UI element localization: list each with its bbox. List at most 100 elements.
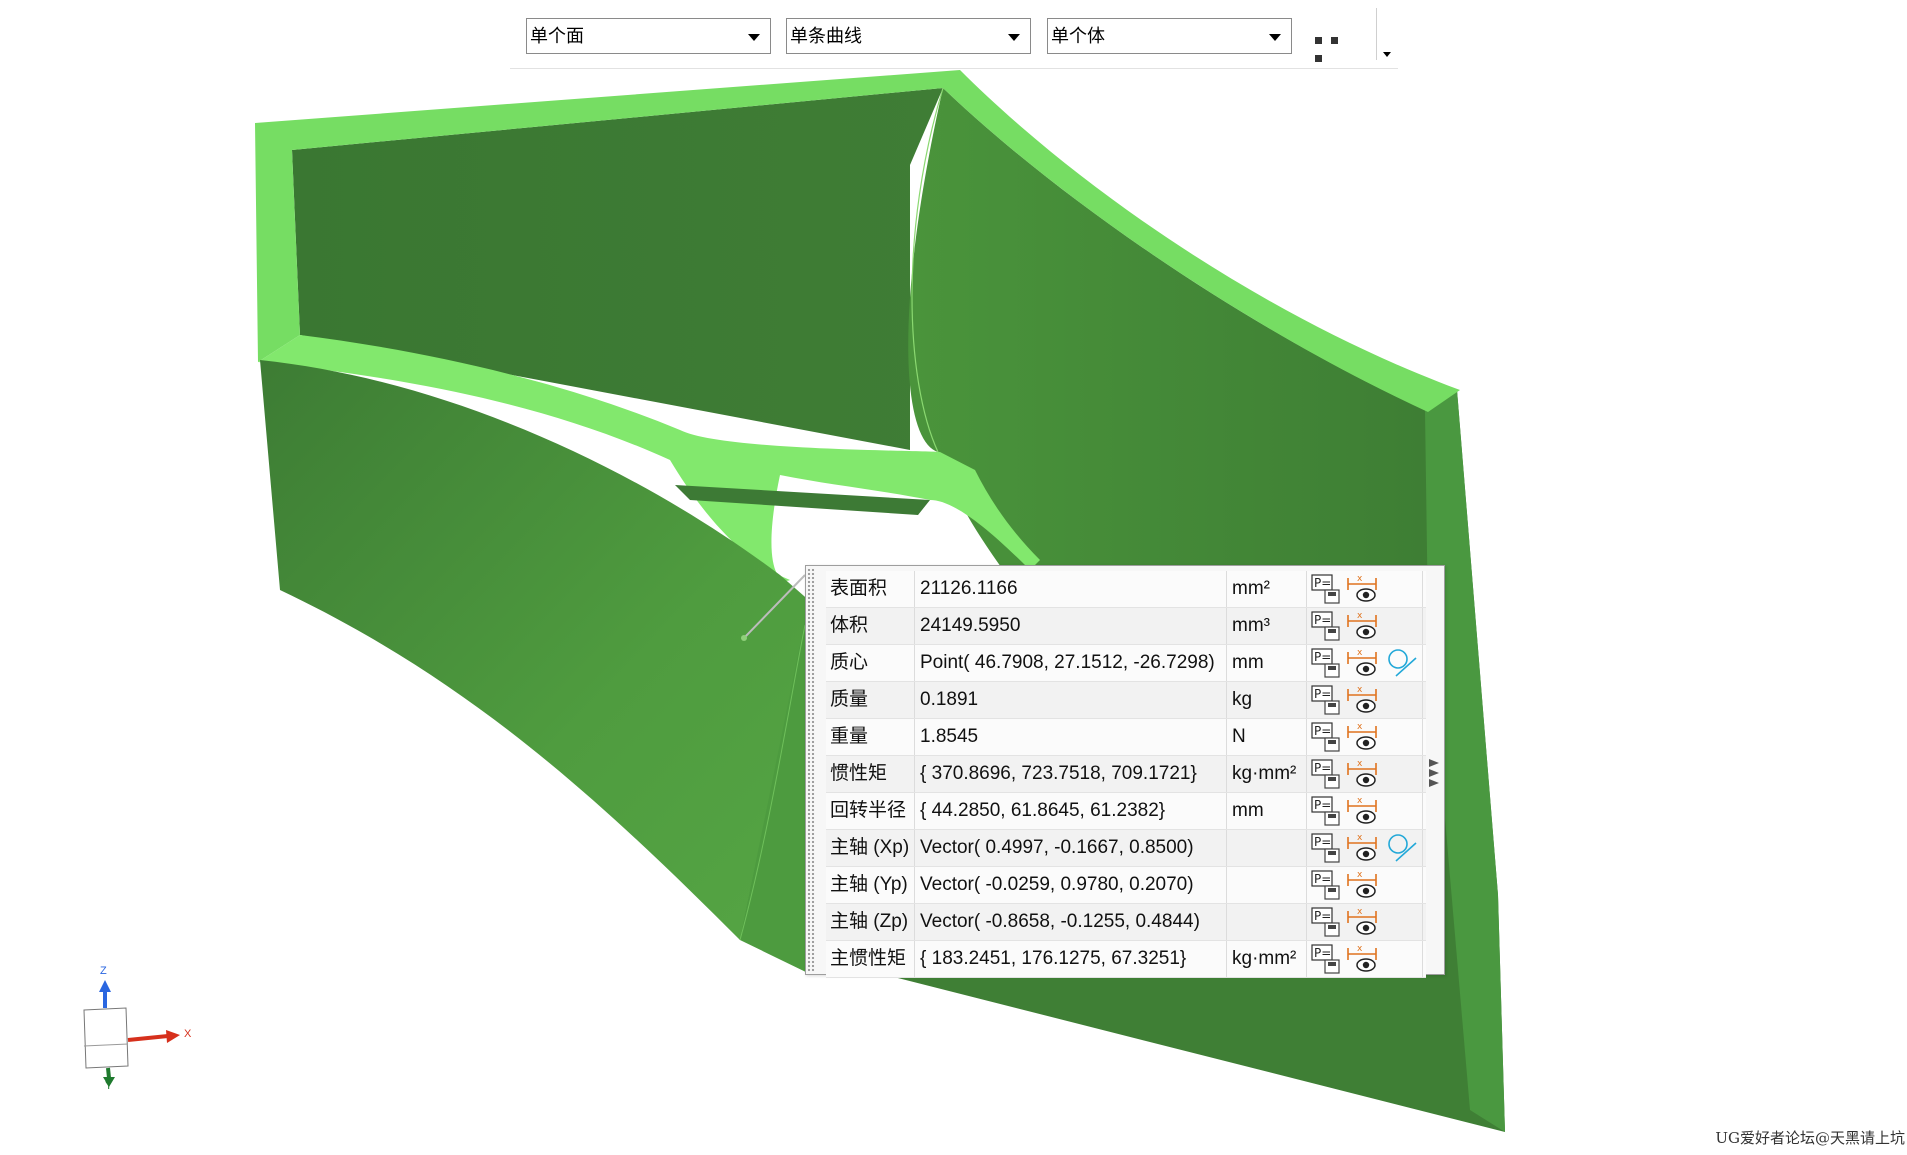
- measure-rows: 表面积 21126.1166 mm² P= x 体积 24149.5950 mm³ P= x 质心 P…: [826, 571, 1426, 978]
- chevron-down-icon: [748, 34, 760, 41]
- body-rule-dropdown[interactable]: 单个体: [1047, 18, 1292, 54]
- save-to-expression-icon[interactable]: P=: [1311, 647, 1343, 679]
- measure-row: 表面积 21126.1166 mm² P= x: [826, 571, 1426, 608]
- save-to-expression-icon[interactable]: P=: [1311, 795, 1343, 827]
- save-to-expression-icon[interactable]: P=: [1311, 721, 1343, 753]
- svg-text:P=: P=: [1314, 650, 1331, 664]
- show-measurement-icon[interactable]: x: [1346, 611, 1380, 641]
- curve-rule-value: 单条曲线: [790, 26, 862, 46]
- svg-text:x: x: [1357, 796, 1363, 806]
- measure-row: 主轴 (Zp) Vector( -0.8658, -0.1255, 0.4844)…: [826, 904, 1426, 941]
- measure-value: Point( 46.7908, 27.1512, -26.7298): [920, 652, 1215, 673]
- measure-unit: mm³: [1232, 615, 1270, 636]
- measure-unit: kg·mm²: [1232, 763, 1297, 784]
- save-to-expression-icon[interactable]: P=: [1311, 943, 1343, 975]
- expand-arrows-icon[interactable]: [1428, 756, 1440, 792]
- measure-value: Vector( 0.4997, -0.1667, 0.8500): [920, 837, 1194, 858]
- svg-text:P=: P=: [1314, 724, 1331, 738]
- measure-value: Vector( -0.8658, -0.1255, 0.4844): [920, 911, 1200, 932]
- triad-x-label: X: [184, 1028, 192, 1040]
- svg-text:P=: P=: [1314, 613, 1331, 627]
- point-vector-icon[interactable]: [1386, 648, 1420, 678]
- show-measurement-icon[interactable]: x: [1346, 907, 1380, 937]
- svg-text:x: x: [1357, 944, 1363, 954]
- show-measurement-icon[interactable]: x: [1346, 870, 1380, 900]
- svg-text:x: x: [1357, 685, 1363, 695]
- svg-text:x: x: [1357, 722, 1363, 732]
- save-to-expression-icon[interactable]: P=: [1311, 610, 1343, 642]
- svg-text:x: x: [1357, 611, 1363, 621]
- svg-text:x: x: [1357, 833, 1363, 843]
- show-measurement-icon[interactable]: x: [1346, 759, 1380, 789]
- measure-value: 1.8545: [920, 726, 979, 747]
- measure-label: 表面积: [830, 578, 888, 599]
- face-rule-value: 单个面: [530, 26, 584, 46]
- measure-row: 体积 24149.5950 mm³ P= x: [826, 608, 1426, 645]
- more-dots-icon[interactable]: [1315, 31, 1359, 62]
- measure-unit: mm²: [1232, 578, 1270, 599]
- measure-value: { 183.2451, 176.1275, 67.3251}: [920, 948, 1187, 969]
- svg-text:P=: P=: [1314, 909, 1331, 923]
- chevron-down-icon: [1269, 34, 1281, 41]
- measure-unit: N: [1232, 726, 1246, 747]
- save-to-expression-icon[interactable]: P=: [1311, 684, 1343, 716]
- face-rule-dropdown[interactable]: 单个面: [526, 18, 771, 54]
- body-rule-value: 单个体: [1051, 26, 1105, 46]
- point-vector-icon[interactable]: [1386, 833, 1420, 863]
- measure-label: 回转半径: [830, 800, 907, 821]
- save-to-expression-icon[interactable]: P=: [1311, 832, 1343, 864]
- measure-label: 惯性矩: [830, 763, 888, 784]
- measure-label: 主轴 (Xp): [830, 837, 910, 858]
- show-measurement-icon[interactable]: x: [1346, 796, 1380, 826]
- show-measurement-icon[interactable]: x: [1346, 944, 1380, 974]
- measure-row: 惯性矩 { 370.8696, 723.7518, 709.1721} kg·mm²…: [826, 756, 1426, 793]
- measure-info-panel[interactable]: 表面积 21126.1166 mm² P= x 体积 24149.5950 mm³ P= x 质心 P…: [805, 565, 1445, 978]
- show-measurement-icon[interactable]: x: [1346, 833, 1380, 863]
- watermark: UG爱好者论坛@天黑请上坑: [1715, 1129, 1905, 1147]
- measure-value: 24149.5950: [920, 615, 1021, 636]
- toolbar-separator: [1376, 8, 1377, 60]
- svg-text:x: x: [1357, 907, 1363, 917]
- chevron-down-icon: [1008, 34, 1020, 41]
- view-triad: [83, 980, 180, 1087]
- panel-drag-handle[interactable]: [807, 568, 815, 972]
- save-to-expression-icon[interactable]: P=: [1311, 573, 1343, 605]
- show-measurement-icon[interactable]: x: [1346, 685, 1380, 715]
- measure-row: 主轴 (Yp) Vector( -0.0259, 0.9780, 0.2070) P…: [826, 867, 1426, 904]
- measure-value: { 370.8696, 723.7518, 709.1721}: [920, 763, 1197, 784]
- measure-row: 主轴 (Xp) Vector( 0.4997, -0.1667, 0.8500) P…: [826, 830, 1426, 867]
- measure-value: Vector( -0.0259, 0.9780, 0.2070): [920, 874, 1194, 895]
- curve-rule-dropdown[interactable]: 单条曲线: [786, 18, 1031, 54]
- show-measurement-icon[interactable]: x: [1346, 722, 1380, 752]
- svg-text:P=: P=: [1314, 946, 1331, 960]
- measure-label: 质量: [830, 689, 869, 710]
- show-measurement-icon[interactable]: x: [1346, 574, 1380, 604]
- measure-unit: kg·mm²: [1232, 948, 1297, 969]
- selection-bar: 单个面 单条曲线 单个体: [510, 8, 1398, 69]
- measure-row: 回转半径 { 44.2850, 61.8645, 61.2382} mm P= x: [826, 793, 1426, 830]
- measure-label: 质心: [830, 652, 869, 673]
- svg-text:P=: P=: [1314, 835, 1331, 849]
- save-to-expression-icon[interactable]: P=: [1311, 906, 1343, 938]
- save-to-expression-icon[interactable]: P=: [1311, 758, 1343, 790]
- show-measurement-icon[interactable]: x: [1346, 648, 1380, 678]
- svg-text:P=: P=: [1314, 872, 1331, 886]
- save-to-expression-icon[interactable]: P=: [1311, 869, 1343, 901]
- svg-text:P=: P=: [1314, 798, 1331, 812]
- measure-label: 主轴 (Zp): [830, 911, 909, 932]
- measure-unit: mm: [1232, 800, 1264, 821]
- measure-row: 质量 0.1891 kg P= x: [826, 682, 1426, 719]
- toolbar-overflow-icon[interactable]: [1383, 52, 1391, 57]
- svg-text:P=: P=: [1314, 576, 1331, 590]
- measure-row: 主惯性矩 { 183.2451, 176.1275, 67.3251} kg·mm²…: [826, 941, 1426, 978]
- measure-label: 重量: [830, 726, 869, 747]
- triad-y-label: Y: [105, 1080, 113, 1092]
- measure-value: 0.1891: [920, 689, 979, 710]
- triad-z-label: Z: [100, 965, 107, 977]
- measure-label: 主惯性矩: [830, 948, 907, 969]
- svg-text:P=: P=: [1314, 761, 1331, 775]
- measure-unit: kg: [1232, 689, 1253, 710]
- svg-text:P=: P=: [1314, 687, 1331, 701]
- measure-row: 重量 1.8545 N P= x: [826, 719, 1426, 756]
- measure-label: 主轴 (Yp): [830, 874, 908, 895]
